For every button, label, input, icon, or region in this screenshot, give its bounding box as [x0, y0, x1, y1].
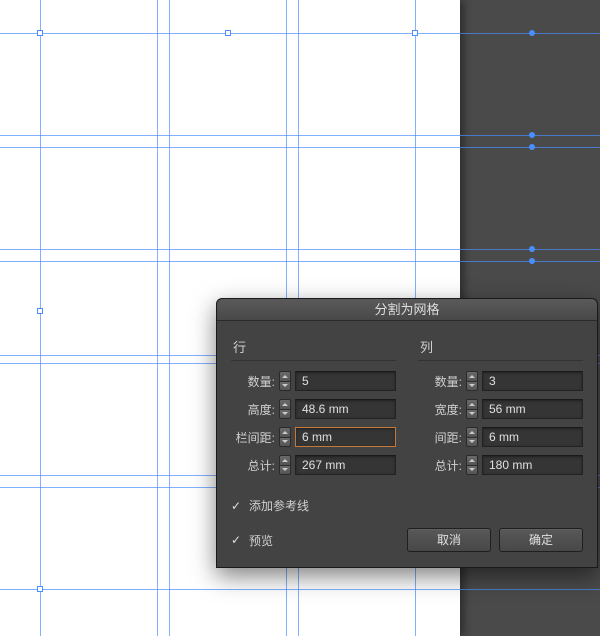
stepper[interactable] — [466, 427, 478, 447]
stepper[interactable] — [279, 371, 291, 391]
guide-horizontal[interactable] — [0, 147, 600, 148]
dialog-body: 行 数量: 5 高度: — [217, 321, 597, 524]
selection-handle[interactable] — [225, 30, 231, 36]
checkmark-icon: ✓ — [231, 533, 243, 547]
stepper-up-icon[interactable] — [466, 427, 478, 437]
cols-count-field: 数量: 3 — [418, 371, 583, 391]
rows-total-field: 总计: 267 mm — [231, 455, 396, 475]
stepper-up-icon[interactable] — [466, 455, 478, 465]
cols-section: 列 数量: 3 宽度: — [418, 337, 583, 483]
stepper-down-icon[interactable] — [279, 465, 291, 476]
stepper[interactable] — [466, 455, 478, 475]
rows-height-field: 高度: 48.6 mm — [231, 399, 396, 419]
stepper-up-icon[interactable] — [466, 371, 478, 381]
field-label: 总计: — [418, 457, 462, 474]
field-label: 宽度: — [418, 401, 462, 418]
rows-count-input[interactable]: 5 — [295, 371, 396, 391]
add-guides-checkbox[interactable]: ✓ 添加参考线 — [231, 497, 583, 514]
guide-horizontal[interactable] — [0, 249, 600, 250]
rows-total-input[interactable]: 267 mm — [295, 455, 396, 475]
stepper-up-icon[interactable] — [279, 427, 291, 437]
stepper-up-icon[interactable] — [279, 455, 291, 465]
cols-gutter-field: 间距: 6 mm — [418, 427, 583, 447]
cols-width-input[interactable]: 56 mm — [482, 399, 583, 419]
divider — [418, 360, 583, 361]
stepper-down-icon[interactable] — [466, 381, 478, 392]
stepper[interactable] — [466, 371, 478, 391]
split-grid-dialog: 分割为网格 行 数量: 5 — [216, 298, 598, 568]
field-label: 总计: — [231, 457, 275, 474]
field-label: 数量: — [231, 373, 275, 390]
field-label: 间距: — [418, 429, 462, 446]
field-label: 数量: — [418, 373, 462, 390]
guide-vertical[interactable] — [169, 0, 170, 636]
stepper-down-icon[interactable] — [279, 381, 291, 392]
guide-horizontal[interactable] — [0, 33, 600, 34]
guide-endpoint[interactable] — [529, 132, 535, 138]
stepper-down-icon[interactable] — [466, 437, 478, 448]
cols-section-label: 列 — [418, 337, 583, 356]
field-label: 栏间距: — [231, 429, 275, 446]
guide-endpoint[interactable] — [529, 144, 535, 150]
field-label: 高度: — [231, 401, 275, 418]
guide-horizontal[interactable] — [0, 589, 600, 590]
stepper[interactable] — [279, 427, 291, 447]
rows-section-label: 行 — [231, 337, 396, 356]
dialog-footer: ✓ 预览 取消 确定 — [217, 524, 597, 564]
rows-section: 行 数量: 5 高度: — [231, 337, 396, 483]
guide-horizontal[interactable] — [0, 261, 600, 262]
stepper[interactable] — [279, 455, 291, 475]
cols-count-input[interactable]: 3 — [482, 371, 583, 391]
stepper-up-icon[interactable] — [466, 399, 478, 409]
rows-count-field: 数量: 5 — [231, 371, 396, 391]
cancel-button[interactable]: 取消 — [407, 528, 491, 552]
stepper-up-icon[interactable] — [279, 371, 291, 381]
guide-vertical[interactable] — [40, 0, 41, 636]
rows-gutter-field: 栏间距: 6 mm — [231, 427, 396, 447]
cols-width-field: 宽度: 56 mm — [418, 399, 583, 419]
stepper-down-icon[interactable] — [466, 409, 478, 420]
add-guides-label: 添加参考线 — [249, 497, 309, 514]
guide-endpoint[interactable] — [529, 246, 535, 252]
dialog-titlebar[interactable]: 分割为网格 — [217, 299, 597, 321]
stepper[interactable] — [466, 399, 478, 419]
rows-gutter-input[interactable]: 6 mm — [295, 427, 396, 447]
cols-total-field: 总计: 180 mm — [418, 455, 583, 475]
rows-height-input[interactable]: 48.6 mm — [295, 399, 396, 419]
dialog-title: 分割为网格 — [374, 302, 439, 317]
stepper-down-icon[interactable] — [466, 465, 478, 476]
ok-button[interactable]: 确定 — [499, 528, 583, 552]
selection-handle[interactable] — [37, 30, 43, 36]
selection-handle[interactable] — [37, 586, 43, 592]
checkmark-icon: ✓ — [231, 499, 243, 513]
guide-horizontal[interactable] — [0, 135, 600, 136]
guide-endpoint[interactable] — [529, 258, 535, 264]
canvas-area: 分割为网格 行 数量: 5 — [0, 0, 600, 636]
selection-handle[interactable] — [37, 308, 43, 314]
preview-label: 预览 — [249, 532, 273, 549]
guide-endpoint[interactable] — [529, 30, 535, 36]
stepper[interactable] — [279, 399, 291, 419]
guide-vertical[interactable] — [157, 0, 158, 636]
selection-handle[interactable] — [412, 30, 418, 36]
stepper-down-icon[interactable] — [279, 409, 291, 420]
stepper-up-icon[interactable] — [279, 399, 291, 409]
preview-checkbox[interactable]: ✓ 预览 — [231, 532, 399, 549]
divider — [231, 360, 396, 361]
stepper-down-icon[interactable] — [279, 437, 291, 448]
cols-gutter-input[interactable]: 6 mm — [482, 427, 583, 447]
cols-total-input[interactable]: 180 mm — [482, 455, 583, 475]
